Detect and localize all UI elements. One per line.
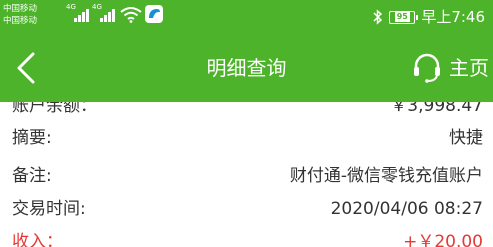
customer-service-icon bbox=[414, 53, 440, 83]
remark-label: 备注: bbox=[12, 166, 52, 186]
status-bar: 中国移动 中国移动 4G 4G 95 早上7:46 bbox=[0, 0, 493, 34]
detail-row-balance: 账户余额： ￥3,998.47 bbox=[0, 102, 493, 122]
battery-level: 95 bbox=[394, 12, 410, 22]
status-clock: 早上7:46 bbox=[421, 8, 485, 26]
signal-icon-2 bbox=[100, 6, 115, 22]
balance-value: ￥3,998.47 bbox=[390, 102, 483, 116]
balance-label: 账户余额： bbox=[12, 102, 97, 116]
home-button[interactable]: 主页 bbox=[411, 50, 489, 86]
wifi-icon bbox=[120, 7, 142, 23]
remark-value: 财付通-微信零钱充值账户 bbox=[289, 166, 483, 186]
chevron-left-icon bbox=[17, 52, 35, 84]
battery-icon: 95 bbox=[389, 10, 419, 24]
detail-row-summary: 摘要: 快捷 bbox=[0, 122, 493, 154]
back-button[interactable] bbox=[6, 48, 46, 88]
time-label: 交易时间: bbox=[12, 199, 86, 219]
carrier-1: 中国移动 bbox=[3, 4, 38, 14]
app-notification-icon bbox=[145, 5, 163, 23]
time-value: 2020/04/06 08:27 bbox=[330, 199, 483, 219]
summary-value: 快捷 bbox=[449, 128, 483, 148]
detail-row-remark: 备注: 财付通-微信零钱充值账户 bbox=[0, 160, 493, 192]
summary-label: 摘要: bbox=[12, 128, 52, 148]
detail-row-time: 交易时间: 2020/04/06 08:27 bbox=[0, 193, 493, 225]
bluetooth-icon bbox=[373, 9, 383, 25]
carrier-2: 中国移动 bbox=[3, 16, 38, 26]
nav-bar: 明细查询 主页 bbox=[0, 34, 493, 102]
income-label: 收入： bbox=[12, 232, 63, 247]
home-label: 主页 bbox=[449, 56, 489, 80]
status-right: 95 早上7:46 bbox=[373, 7, 485, 27]
income-value: +￥20.00 bbox=[403, 232, 483, 247]
detail-row-income: 收入： +￥20.00 bbox=[0, 226, 493, 247]
signal-icon-1 bbox=[74, 6, 89, 22]
transaction-details: 账户余额： ￥3,998.47 摘要: 快捷 备注: 财付通-微信零钱充值账户 … bbox=[0, 102, 493, 247]
